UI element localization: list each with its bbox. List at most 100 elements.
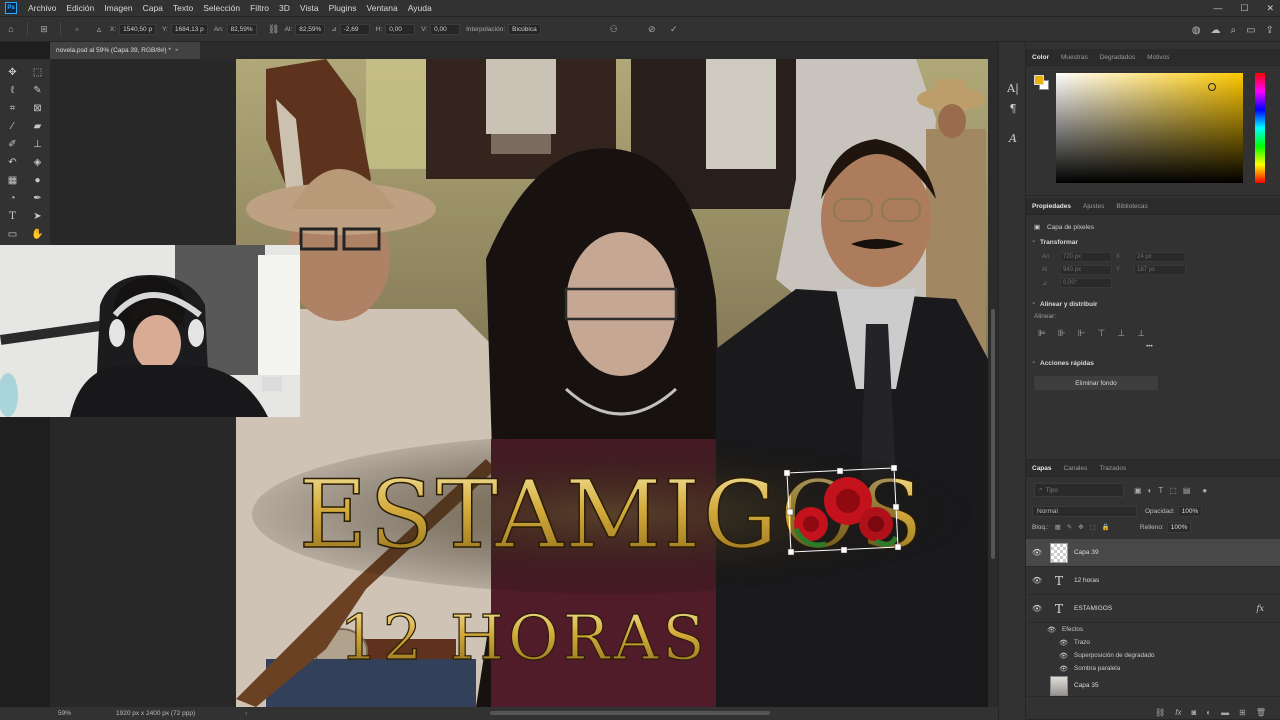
type-tool-icon[interactable]: T [5, 208, 21, 224]
tab-trazados[interactable]: Trazados [1093, 460, 1132, 477]
x-position-field[interactable]: X: 1540,50 p [110, 23, 157, 35]
filter-toggle-icon[interactable]: ● [1202, 486, 1207, 495]
align-left-icon[interactable]: ⊫ [1038, 328, 1046, 339]
tab-motivos[interactable]: Motivos [1141, 49, 1175, 66]
vskew-field[interactable]: V: 0,00 [421, 23, 461, 35]
commit-transform-icon[interactable]: ✓ [667, 22, 681, 36]
marquee-tool-icon[interactable]: ⬚ [30, 64, 46, 80]
layer-row-12-horas[interactable]: 👁 T 12 horas [1026, 567, 1280, 595]
align-vcenter-icon[interactable]: ⊥ [1117, 328, 1125, 339]
transform-angle-field[interactable]: 0,00° [1060, 278, 1112, 288]
blur-tool-icon[interactable]: ● [30, 172, 46, 188]
width-field[interactable]: An: 82,59% [214, 23, 257, 35]
workspace-icon[interactable]: ▭ [1246, 25, 1255, 36]
frame-tool-icon[interactable]: ⊠ [30, 100, 46, 116]
glyphs-panel-icon[interactable]: 𝐴 [999, 128, 1027, 148]
align-section-heading[interactable]: Alinear y distribuir [1026, 295, 1280, 311]
fx-icon[interactable]: fx [1257, 604, 1264, 613]
menu-imagen[interactable]: Imagen [99, 0, 137, 16]
paragraph-panel-icon[interactable]: ¶ [999, 98, 1027, 118]
reference-point-icon[interactable]: ▫ [70, 22, 84, 36]
tab-bibliotecas[interactable]: Bibliotecas [1110, 198, 1153, 215]
vertical-scrollbar[interactable] [988, 59, 998, 707]
effect-row-gradient-overlay[interactable]: 👁 Superposición de degradado [1026, 649, 1280, 662]
height-field[interactable]: Al: 82,59% [285, 23, 326, 35]
visibility-eye-icon[interactable]: 👁 [1026, 639, 1074, 647]
filter-type-icon[interactable]: T [1158, 486, 1163, 495]
status-arrow-icon[interactable]: › [245, 710, 247, 717]
hskew-field[interactable]: H: 0,00 [376, 23, 416, 35]
interpolation-select[interactable]: Interpolación: Bicúbica [466, 23, 541, 35]
roses-layer[interactable] [791, 471, 899, 549]
dodge-tool-icon[interactable]: ◔ [5, 190, 21, 206]
filter-adjust-icon[interactable]: ◐ [1148, 486, 1153, 495]
align-hcenter-icon[interactable]: ⊪ [1058, 328, 1066, 339]
visibility-eye-icon[interactable]: 👁 [1026, 626, 1062, 634]
foreground-color-swatch[interactable] [1034, 75, 1044, 85]
new-layer-icon[interactable]: ⊞ [1239, 708, 1246, 717]
menu-ayuda[interactable]: Ayuda [403, 0, 437, 16]
align-top-icon[interactable]: ⊤ [1098, 328, 1106, 339]
share-upload-icon[interactable]: ⇪ [1266, 25, 1274, 36]
lock-icons[interactable]: ▦✎✥⬚🔒 [1055, 523, 1116, 531]
visibility-eye-icon[interactable]: 👁 [1026, 548, 1048, 557]
color-picker-field[interactable] [1056, 73, 1243, 183]
menu-seleccion[interactable]: Selección [198, 0, 245, 16]
lasso-tool-icon[interactable]: ℓ [5, 82, 21, 98]
menu-plugins[interactable]: Plugins [324, 0, 362, 16]
cloud-icon[interactable]: ☁ [1211, 25, 1221, 36]
fill-field[interactable]: 100% [1166, 521, 1192, 533]
layer-name[interactable]: 12 horas [1074, 577, 1099, 584]
home-icon[interactable]: ⌂ [4, 22, 18, 36]
layer-row-capa-39[interactable]: 👁 Capa 39 [1026, 539, 1280, 567]
share-icon[interactable]: ◍ [1192, 25, 1201, 36]
move-transform-icon[interactable]: ⊞ [37, 22, 51, 36]
eyedropper-tool-icon[interactable]: ⁄ [5, 118, 21, 134]
transform-h-field[interactable]: 940 px [1060, 265, 1112, 275]
filter-smart-icon[interactable]: ▤ [1183, 486, 1191, 495]
tab-color[interactable]: Color [1026, 49, 1055, 66]
tab-capas[interactable]: Capas [1026, 460, 1058, 477]
warp-icon[interactable]: ⚇ [607, 22, 621, 36]
gradient-tool-icon[interactable]: ▦ [5, 172, 21, 188]
opacity-field[interactable]: 100% [1177, 505, 1203, 517]
stamp-tool-icon[interactable]: ⊥ [30, 136, 46, 152]
tab-canales[interactable]: Canales [1058, 460, 1094, 477]
quick-actions-heading[interactable]: Acciones rápidas [1026, 354, 1280, 370]
menu-capa[interactable]: Capa [138, 0, 168, 16]
cancel-transform-icon[interactable]: ⊘ [645, 22, 659, 36]
document-tab[interactable]: novela.psd al 59% (Capa 39, RGB/8#) * × [50, 42, 200, 59]
angle-field[interactable]: ⊿ -2,69 [331, 23, 370, 35]
effect-row-trazo[interactable]: 👁 Trazo [1026, 636, 1280, 649]
quick-select-tool-icon[interactable]: ✎ [30, 82, 46, 98]
artwork-canvas[interactable]: ESTAMIGOS 12 HORAS [236, 59, 988, 707]
align-right-icon[interactable]: ⊩ [1078, 328, 1086, 339]
effect-row-drop-shadow[interactable]: 👁 Sombra paralela [1026, 662, 1280, 675]
pen-tool-icon[interactable]: ✒ [30, 190, 46, 206]
color-picker-handle[interactable] [1208, 83, 1216, 91]
menu-vista[interactable]: Vista [295, 0, 324, 16]
layer-name[interactable]: Capa 39 [1074, 549, 1099, 556]
eraser-tool-icon[interactable]: ◈ [30, 154, 46, 170]
transform-w-field[interactable]: 720 px [1060, 252, 1112, 262]
search-icon[interactable]: ⌕ [1231, 25, 1237, 36]
menu-texto[interactable]: Texto [168, 0, 198, 16]
menu-3d[interactable]: 3D [274, 0, 295, 16]
menu-ventana[interactable]: Ventana [362, 0, 403, 16]
transform-y-field[interactable]: 187 px [1134, 265, 1186, 275]
horizontal-scroll-thumb[interactable] [490, 711, 770, 715]
vertical-scroll-thumb[interactable] [991, 309, 995, 559]
tab-propiedades[interactable]: Propiedades [1026, 198, 1077, 215]
layer-name[interactable]: ESTAMIGOS [1074, 605, 1112, 612]
link-icon[interactable]: ⛓ [267, 22, 281, 36]
delete-layer-icon[interactable]: 🗑 [1256, 708, 1266, 717]
new-group-icon[interactable]: ▬ [1221, 708, 1229, 717]
menu-filtro[interactable]: Filtro [245, 0, 274, 16]
layer-name[interactable]: Capa 35 [1074, 682, 1099, 689]
tab-degradados[interactable]: Degradados [1094, 49, 1141, 66]
tab-ajustes[interactable]: Ajustes [1077, 198, 1110, 215]
character-panel-icon[interactable]: A| [999, 78, 1027, 98]
relative-position-icon[interactable]: ▵ [92, 22, 106, 36]
transform-section-heading[interactable]: Transformar [1026, 233, 1280, 249]
maximize-icon[interactable]: ☐ [1240, 0, 1248, 16]
